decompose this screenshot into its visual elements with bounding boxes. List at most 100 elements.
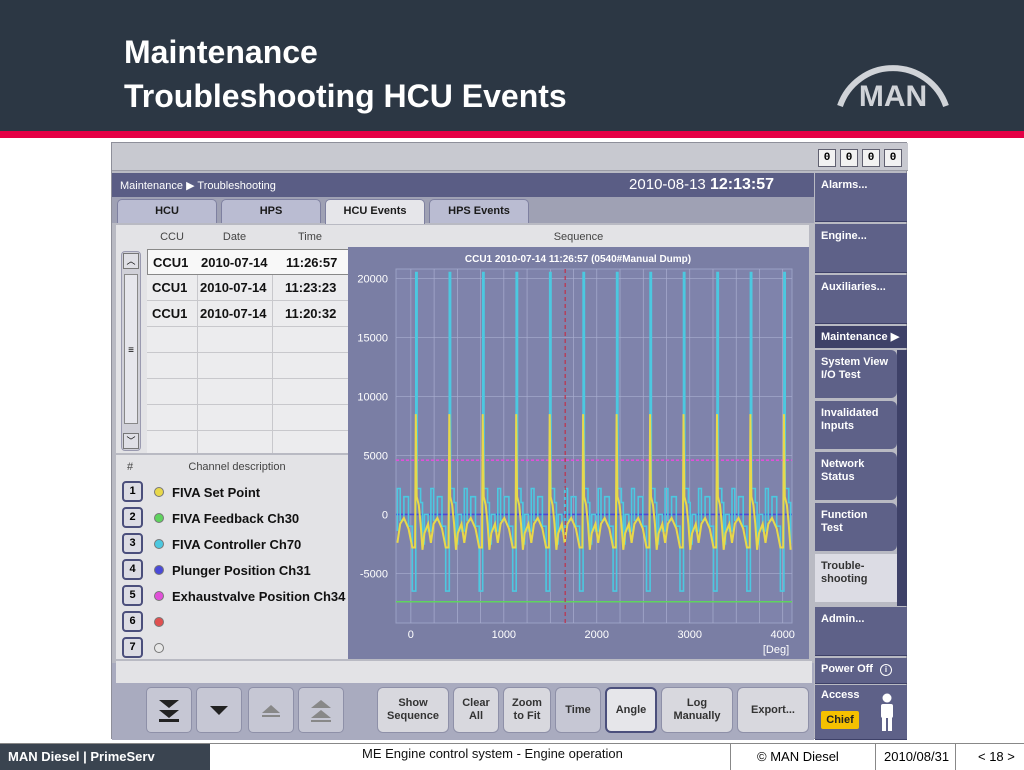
alarm-counter: 0 — [840, 149, 858, 167]
slide-header: Maintenance Troubleshooting HCU Events M… — [0, 0, 1024, 138]
channel-number[interactable]: 1 — [122, 481, 143, 502]
current-time: 12:13:57 — [709, 176, 774, 193]
tab-hcu[interactable]: HCU — [117, 199, 217, 223]
button-label: Trouble- — [821, 560, 865, 572]
button-label: Manually — [673, 710, 721, 722]
button-label: shooting — [821, 573, 868, 585]
tab-hcu-events[interactable]: HCU Events — [325, 199, 425, 224]
scroll-thumb[interactable]: ≡ — [124, 274, 138, 424]
channel-label: Plunger Position Ch31 — [172, 563, 311, 578]
scroll-up-button[interactable] — [248, 687, 294, 733]
scroll-last-button[interactable] — [298, 687, 344, 733]
system-view-io-test-button[interactable]: System View I/O Test — [815, 350, 897, 398]
power-off-button[interactable]: Power Off i — [815, 658, 907, 684]
auxiliaries-button[interactable]: Auxiliaries... — [815, 275, 907, 324]
scroll-first-button[interactable] — [146, 687, 192, 733]
title-bar: Maintenance ▶ Troubleshooting 2010-08-13… — [112, 173, 814, 197]
zoom-to-fit-button[interactable]: Zoom to Fit — [503, 687, 551, 733]
logo-text: MAN — [859, 80, 927, 112]
channel-row[interactable]: 6 — [116, 609, 348, 635]
function-test-button[interactable]: Function Test — [815, 503, 897, 551]
tab-hps-events[interactable]: HPS Events — [429, 199, 529, 223]
admin-button[interactable]: Admin... — [815, 607, 907, 656]
table-row[interactable]: CCU1 2010-07-14 11:26:57 — [147, 249, 351, 275]
button-label: Invalidated — [821, 407, 879, 419]
cell-time: 11:23:23 — [285, 280, 337, 295]
channel-label: FIVA Set Point — [172, 485, 261, 500]
chart-title: CCU1 2010-07-14 11:26:57 (0540#Manual Du… — [465, 254, 691, 265]
export-button[interactable]: Export... — [737, 687, 809, 733]
cell-ccu: CCU1 — [152, 306, 188, 321]
channel-number[interactable]: 2 — [122, 507, 143, 528]
cell-date: 2010-07-14 — [200, 306, 267, 321]
table-row[interactable]: CCU1 2010-07-14 11:20:32 — [147, 301, 351, 327]
header-accent-line — [0, 131, 1024, 138]
button-label: Inputs — [821, 420, 854, 432]
chart-grid — [395, 268, 793, 624]
breadcrumb: Maintenance ▶ Troubleshooting — [120, 179, 276, 192]
maintenance-submenu-rail — [897, 350, 907, 606]
network-status-button[interactable]: Network Status — [815, 452, 897, 500]
footer-brand: MAN Diesel | PrimeServ — [0, 744, 210, 770]
up-icon — [262, 705, 280, 717]
maintenance-button[interactable]: Maintenance ▶ — [815, 326, 907, 348]
channel-number[interactable]: 4 — [122, 559, 143, 580]
channel-color-dot — [154, 487, 164, 497]
channel-row[interactable]: 1 FIVA Set Point — [116, 479, 348, 505]
channel-color-dot — [154, 539, 164, 549]
channel-row[interactable]: 3 FIVA Controller Ch70 — [116, 531, 348, 557]
button-label: System View — [821, 356, 889, 368]
scroll-down-icon[interactable]: ﹀ — [123, 433, 139, 449]
channel-number[interactable]: 5 — [122, 585, 143, 606]
events-scrollbar[interactable]: ︿ ≡ ﹀ — [121, 251, 141, 451]
footer-page-number: < 18 > — [955, 744, 1024, 770]
invalidated-inputs-button[interactable]: Invalidated Inputs — [815, 401, 897, 449]
maintenance-arrow-icon: ▶ — [890, 331, 900, 343]
engine-button[interactable]: Engine... — [815, 224, 907, 273]
hmi-screen: 0 0 0 0 Maintenance ▶ Troubleshooting 20… — [111, 142, 908, 740]
time-button[interactable]: Time — [555, 687, 601, 733]
x-axis-unit: [Deg] — [763, 644, 789, 656]
double-down-icon — [159, 700, 179, 722]
table-row[interactable] — [147, 405, 351, 431]
troubleshooting-button[interactable]: Trouble- shooting — [815, 554, 903, 602]
breadcrumb-item[interactable]: Troubleshooting — [197, 180, 275, 192]
channel-label: FIVA Controller Ch70 — [172, 537, 302, 552]
scroll-up-icon[interactable]: ︿ — [123, 253, 139, 269]
clear-all-button[interactable]: Clear All — [453, 687, 499, 733]
button-label: Test — [821, 522, 843, 534]
channel-number[interactable]: 6 — [122, 611, 143, 632]
table-row[interactable] — [147, 353, 351, 379]
channel-color-dot — [154, 591, 164, 601]
tab-hps[interactable]: HPS — [221, 199, 321, 223]
button-label: Show — [398, 697, 428, 709]
angle-button[interactable]: Angle — [605, 687, 657, 733]
access-level-badge[interactable]: Chief — [821, 711, 859, 729]
channel-number[interactable]: 7 — [122, 637, 143, 658]
table-row[interactable] — [147, 379, 351, 405]
scroll-down-button[interactable] — [196, 687, 242, 733]
button-label: Clear — [462, 697, 490, 709]
power-off-label: Power Off — [821, 663, 873, 675]
channel-panel: # Channel description 1 FIVA Set Point 2… — [116, 455, 348, 659]
table-row[interactable]: CCU1 2010-07-14 11:23:23 — [147, 275, 351, 301]
channel-row[interactable]: 4 Plunger Position Ch31 — [116, 557, 348, 583]
sequence-chart[interactable]: CCU1 2010-07-14 11:26:57 (0540#Manual Du… — [348, 247, 809, 659]
alarms-button[interactable]: Alarms... — [815, 173, 907, 222]
show-sequence-button[interactable]: Show Sequence — [377, 687, 449, 733]
channel-row[interactable]: 5 Exhaustvalve Position Ch34 — [116, 583, 348, 609]
channel-color-dot — [154, 643, 164, 653]
current-date: 2010-08-13 — [629, 176, 706, 193]
x-tick-label: 1000 — [492, 629, 516, 641]
access-panel: Access Chief — [815, 685, 907, 740]
button-label: Sequence — [387, 710, 439, 722]
table-row[interactable] — [147, 327, 351, 353]
channel-row[interactable]: 2 FIVA Feedback Ch30 — [116, 505, 348, 531]
log-manually-button[interactable]: Log Manually — [661, 687, 733, 733]
channel-row[interactable]: 7 — [116, 635, 348, 659]
breadcrumb-arrow-icon: ▶ — [186, 180, 195, 192]
button-label: Status — [821, 471, 855, 483]
channel-number[interactable]: 3 — [122, 533, 143, 554]
breadcrumb-item[interactable]: Maintenance — [120, 180, 183, 192]
maintenance-label: Maintenance — [821, 331, 888, 343]
